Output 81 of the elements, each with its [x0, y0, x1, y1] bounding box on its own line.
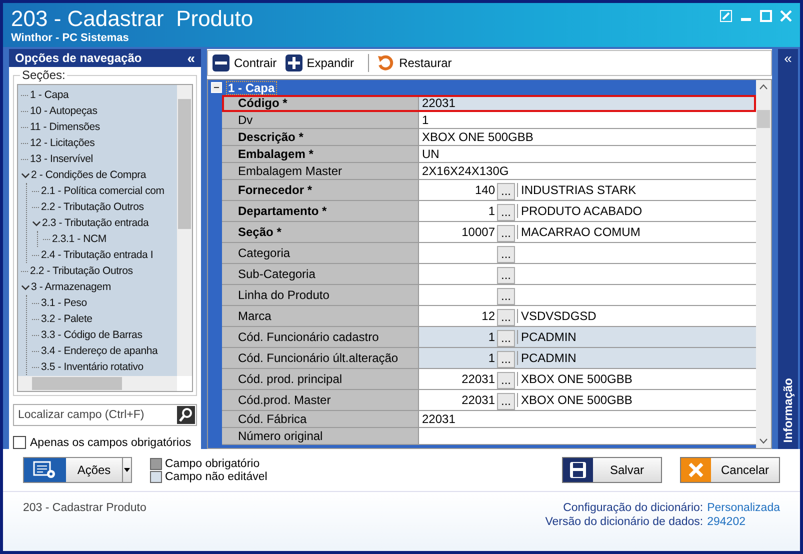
lookup-button[interactable]: ... — [497, 182, 515, 200]
tree-item[interactable]: 3.1 - Peso — [41, 297, 87, 309]
actions-button[interactable]: Ações — [23, 457, 132, 483]
lookup-button[interactable]: ... — [497, 372, 515, 388]
code-field[interactable]: 1 — [419, 204, 497, 218]
legend-label: Campo obrigatório — [165, 458, 260, 470]
field-label: Embalagem * — [222, 146, 419, 162]
field-label: Descrição * — [222, 129, 419, 145]
checkbox-label: Apenas os campos obrigatórios — [30, 436, 192, 448]
status-value: Personalizada — [707, 502, 780, 514]
code-field[interactable]: 22031 — [419, 393, 497, 407]
tree-item[interactable]: 12 - Licitações — [30, 137, 95, 149]
status-label: Configuração do dicionário: — [562, 502, 704, 514]
code-field[interactable]: 12 — [419, 309, 497, 323]
field-label: Sub-Categoria — [222, 264, 419, 284]
legend-label: Campo não editável — [165, 470, 268, 482]
tree-item[interactable]: 3.5 - Inventário rotativo — [41, 361, 144, 373]
cancel-button[interactable]: Cancelar — [680, 457, 780, 483]
lookup-button[interactable]: ... — [497, 246, 515, 262]
tree-item[interactable]: 10 - Autopeças — [30, 105, 98, 117]
field-label: Seção * — [222, 222, 419, 242]
group-label: Seções: — [20, 68, 68, 82]
lookup-button[interactable]: ... — [497, 308, 515, 326]
window-subtitle: Winthor - PC Sistemas — [11, 32, 130, 44]
code-field[interactable]: 22031 — [419, 372, 497, 386]
collapse-toggle[interactable]: « — [784, 51, 792, 65]
program-name: 203 - Cadastrar Produto — [23, 502, 146, 516]
collapse-toggle[interactable]: « — [187, 51, 195, 65]
field-value[interactable]: 22031 — [419, 411, 756, 427]
panel-title: Opções de navegação — [15, 51, 142, 65]
tree-item[interactable]: 3 - Armazenagem — [31, 281, 111, 293]
toolbar-button[interactable]: Restaurar — [377, 54, 458, 72]
toolbar-button[interactable]: Contrair — [212, 54, 283, 72]
search-field[interactable]: Localizar campo (Ctrl+F) — [13, 404, 197, 426]
status-label: Versão do dicionário de dados: — [545, 516, 704, 528]
tree-item[interactable]: 3.3 - Código de Barras — [41, 329, 142, 341]
field-value[interactable]: 1 — [419, 112, 756, 128]
save-button[interactable]: Salvar — [562, 457, 662, 483]
field-value[interactable]: UN — [419, 146, 756, 162]
tree-item[interactable]: 2.2 - Tributação Outros — [41, 201, 144, 213]
field-label: Fornecedor * — [222, 180, 419, 200]
field-value[interactable]: XBOX ONE 500GBB — [419, 129, 756, 145]
lookup-button[interactable]: ... — [497, 330, 515, 346]
tree-item[interactable]: 2.1 - Política comercial com — [41, 185, 164, 197]
tree-item[interactable]: 1 - Capa — [30, 89, 69, 101]
field-label: Linha do Produto — [222, 285, 419, 305]
field-value[interactable]: 2X16X24X130G — [419, 163, 756, 179]
field-label: Cód. Funcionário últ.alteração — [222, 348, 419, 368]
tree-item[interactable]: 3.4 - Endereço de apanha — [41, 345, 158, 357]
field-label: Número original — [222, 428, 419, 444]
field-label: Embalagem Master — [222, 163, 419, 179]
tree-item[interactable]: 11 - Dimensões — [30, 121, 100, 133]
lookup-button[interactable]: ... — [497, 204, 515, 220]
tree-item[interactable]: 2 - Condições de Compra — [31, 169, 146, 181]
field-label: Cód. prod. principal — [222, 369, 419, 389]
code-field[interactable]: 10007 — [419, 225, 497, 239]
field-label: Cód.prod. Master — [222, 390, 419, 410]
field-label: Departamento * — [222, 201, 419, 221]
lookup-button[interactable]: ... — [497, 350, 515, 368]
lookup-button[interactable]: ... — [497, 288, 515, 304]
field-label: Marca — [222, 306, 419, 326]
lookup-button[interactable]: ... — [497, 392, 515, 410]
field-label: Cód. Funcionário cadastro — [222, 327, 419, 347]
tree-item[interactable]: 2.2 - Tributação Outros — [30, 265, 133, 277]
field-value[interactable]: 22031 — [419, 95, 756, 111]
tree-item[interactable]: 2.4 - Tributação entrada I — [41, 249, 154, 261]
toolbar-button[interactable]: Expandir — [284, 54, 360, 72]
field-label: Dv — [222, 112, 419, 128]
field-label: Categoria — [222, 243, 419, 263]
tree-item[interactable]: 13 - Inservível — [30, 153, 93, 165]
lookup-button[interactable]: ... — [497, 224, 515, 242]
field-label: Cód. Fábrica — [222, 411, 419, 427]
window-title: 203 - Cadastrar Produto — [11, 6, 254, 32]
tree-item[interactable]: 3.2 - Palete — [41, 313, 92, 325]
tree-item[interactable]: 2.3 - Tributação entrada — [42, 217, 149, 229]
code-field[interactable]: 140 — [419, 183, 497, 197]
tree-item[interactable]: 2.3.1 - NCM — [52, 233, 106, 245]
field-label: Código * — [222, 95, 419, 111]
status-value: 294202 — [707, 516, 746, 528]
panel-title: Informação — [781, 378, 795, 443]
lookup-button[interactable]: ... — [497, 266, 515, 284]
